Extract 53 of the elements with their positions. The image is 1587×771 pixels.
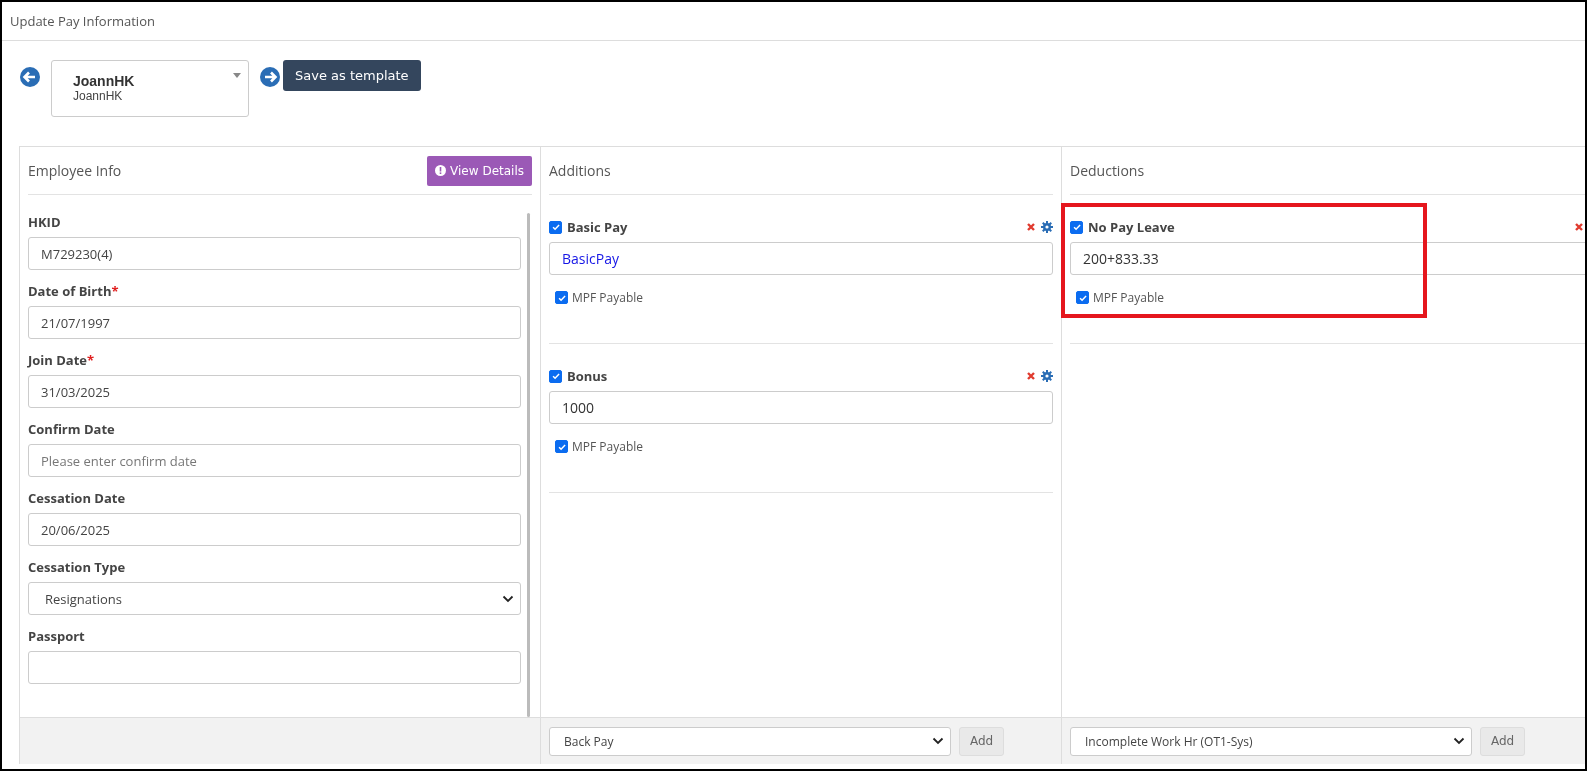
panel-title: Employee Info xyxy=(28,161,122,180)
item-name: Bonus xyxy=(567,367,608,385)
remove-icon[interactable] xyxy=(1574,222,1584,232)
field-label: Confirm Date xyxy=(28,420,115,438)
field-label: Join Date xyxy=(28,351,88,369)
input-field[interactable]: M729230(4) xyxy=(28,237,521,270)
view-details-button[interactable]: View Details xyxy=(427,155,532,186)
remove-icon[interactable] xyxy=(1026,222,1036,232)
panel-title: Additions xyxy=(549,161,611,180)
checkbox[interactable] xyxy=(549,369,562,383)
chevron-icon xyxy=(1453,737,1465,745)
item-name: No Pay Leave xyxy=(1088,218,1175,236)
settings-icon[interactable] xyxy=(1041,221,1053,233)
field-label: Cessation Date xyxy=(28,489,126,507)
settings-icon[interactable] xyxy=(1041,370,1053,382)
remove-icon[interactable] xyxy=(1026,371,1036,381)
input-field[interactable] xyxy=(28,651,521,684)
amount-field[interactable]: BasicPay xyxy=(549,242,1053,275)
input-field[interactable]: 20/06/2025 xyxy=(28,513,521,546)
dropdown-field[interactable]: Incomplete Work Hr (OT1-Sys) xyxy=(1070,726,1472,756)
add-button[interactable]: Add xyxy=(1480,726,1526,756)
required-mark: * xyxy=(87,351,95,369)
checkbox[interactable] xyxy=(555,291,568,304)
field-label: Cessation Type xyxy=(28,558,126,576)
save-template-button[interactable]: Save as template xyxy=(283,60,421,91)
checkbox-label: MPF Payable xyxy=(572,438,643,455)
checkbox-label: MPF Payable xyxy=(572,289,643,306)
page-title: Update Pay Information xyxy=(2,2,1585,41)
chevron-icon xyxy=(932,737,944,745)
dropdown-field[interactable]: Resignations xyxy=(28,582,521,615)
checkbox[interactable] xyxy=(1070,220,1083,234)
field-label: HKID xyxy=(28,213,61,231)
input-field[interactable]: 31/03/2025 xyxy=(28,375,521,408)
required-mark: * xyxy=(111,282,119,300)
checkbox[interactable] xyxy=(1076,291,1089,304)
input-field[interactable]: 21/07/1997 xyxy=(28,306,521,339)
checkbox[interactable] xyxy=(549,220,562,234)
panel-title: Deductions xyxy=(1070,161,1145,180)
add-button[interactable]: Add xyxy=(959,726,1005,756)
field-label: Passport xyxy=(28,627,85,645)
amount-field[interactable]: 200+833.33 xyxy=(1070,242,1585,275)
scrollbar[interactable] xyxy=(527,213,530,717)
checkbox[interactable] xyxy=(555,440,568,453)
field-label: Date of Birth xyxy=(28,282,112,300)
chevron-icon xyxy=(502,594,514,603)
employee-dropdown[interactable]: JoannHK JoannHK xyxy=(51,60,249,117)
caret-icon xyxy=(233,73,241,78)
amount-field[interactable]: 1000 xyxy=(549,391,1053,424)
info-icon xyxy=(435,165,447,176)
item-name: Basic Pay xyxy=(567,218,628,236)
checkbox-label: MPF Payable xyxy=(1093,289,1164,306)
dropdown-field[interactable]: Back Pay xyxy=(549,726,951,756)
input-field[interactable]: Please enter confirm date xyxy=(28,444,521,477)
